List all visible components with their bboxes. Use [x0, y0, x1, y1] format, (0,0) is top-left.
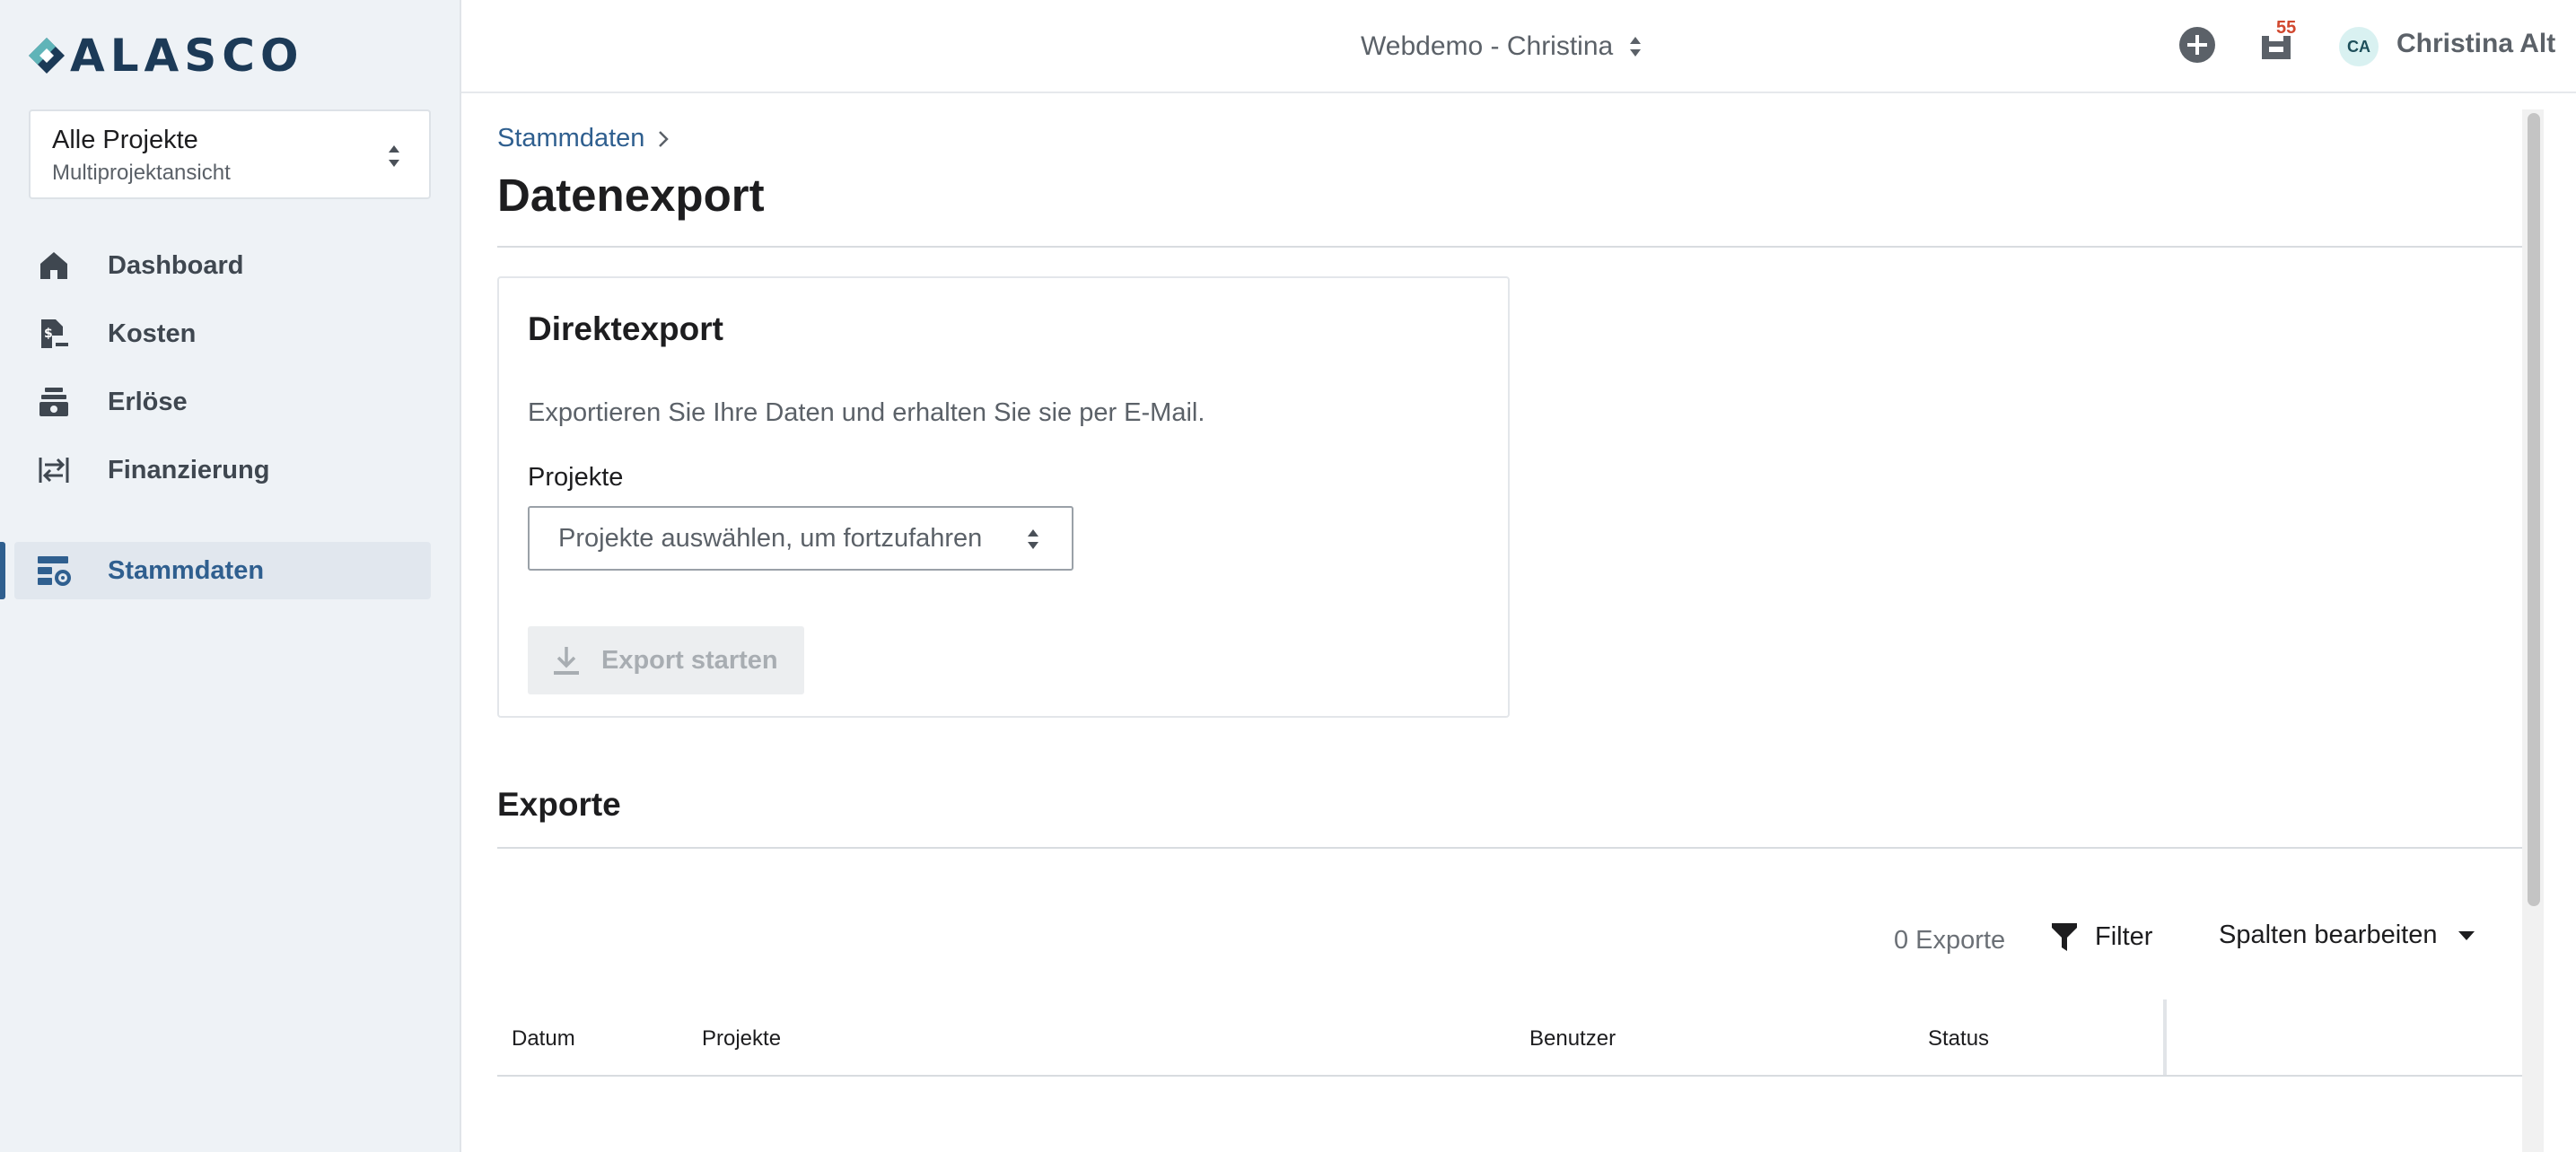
sidebar-item-kosten[interactable]: $ Kosten — [14, 305, 431, 362]
exports-section-title: Exporte — [497, 786, 621, 823]
exports-table-header: Datum Projekte Benutzer Status — [497, 999, 2522, 1077]
user-name[interactable]: Christina Alt — [2396, 29, 2555, 59]
cost-document-icon: $ — [36, 316, 72, 352]
avatar[interactable]: CA — [2339, 27, 2379, 66]
project-selector-subtitle: Multiprojektansicht — [52, 161, 231, 185]
filter-funnel-icon — [2052, 923, 2077, 951]
sidebar-item-label: Dashboard — [108, 250, 244, 280]
sidebar-item-label: Erlöse — [108, 387, 188, 416]
chevron-right-icon — [659, 130, 670, 147]
filter-label: Filter — [2095, 921, 2153, 951]
column-resize-handle[interactable] — [2163, 999, 2167, 1075]
card-description: Exportieren Sie Ihre Daten und erhalten … — [528, 398, 1205, 427]
start-export-button[interactable]: Export starten — [528, 626, 804, 694]
sidebar-item-dashboard[interactable]: Dashboard — [14, 237, 431, 294]
project-selector[interactable]: Alle Projekte Multiprojektansicht — [29, 109, 431, 199]
scrollbar-thumb[interactable] — [2528, 113, 2540, 906]
sidebar-item-stammdaten[interactable]: Stammdaten — [0, 542, 431, 599]
sidebar-item-erloese[interactable]: Erlöse — [14, 373, 431, 431]
updown-chevron-icon — [1630, 37, 1642, 57]
edit-columns-button[interactable]: Spalten bearbeiten — [2219, 921, 2476, 950]
projects-select-placeholder: Projekte auswählen, um fortzufahren — [558, 523, 983, 553]
caret-down-icon — [2458, 930, 2475, 940]
master-data-settings-icon — [36, 553, 72, 589]
sidebar-item-label: Finanzierung — [108, 455, 270, 484]
sidebar: ALASCO Alle Projekte Multiprojektansicht… — [0, 0, 461, 1152]
main-navigation: Dashboard $ Kosten Erlöse Finanzierung S… — [0, 237, 461, 610]
updown-chevron-icon — [389, 145, 399, 167]
svg-text:$: $ — [44, 327, 53, 341]
project-selector-title: Alle Projekte — [52, 126, 198, 154]
cash-register-icon — [36, 384, 72, 420]
direct-export-card: Direktexport Exportieren Sie Ihre Daten … — [497, 276, 1510, 718]
organization-selector[interactable]: Webdemo - Christina — [1361, 27, 1642, 66]
title-divider — [497, 246, 2522, 248]
sidebar-item-finanzierung[interactable]: Finanzierung — [14, 441, 431, 499]
notification-badge: 55 — [2276, 18, 2297, 38]
projects-select[interactable]: Projekte auswählen, um fortzufahren — [528, 506, 1073, 571]
alasco-logo[interactable]: ALASCO — [27, 30, 304, 82]
home-icon — [36, 248, 72, 284]
breadcrumb[interactable]: Stammdaten — [497, 124, 670, 153]
column-header-benutzer[interactable]: Benutzer — [1529, 1026, 1616, 1052]
edit-columns-label: Spalten bearbeiten — [2219, 921, 2438, 949]
column-header-projekte[interactable]: Projekte — [702, 1026, 781, 1052]
column-header-datum[interactable]: Datum — [512, 1026, 575, 1052]
filter-button[interactable]: Filter — [2050, 921, 2152, 953]
organization-name: Webdemo - Christina — [1361, 31, 1614, 61]
transfer-arrows-icon — [36, 452, 72, 488]
updown-chevron-icon — [1028, 529, 1038, 549]
start-export-label: Export starten — [601, 645, 778, 675]
breadcrumb-link[interactable]: Stammdaten — [497, 124, 644, 153]
projects-field-label: Projekte — [528, 463, 624, 492]
download-icon — [554, 647, 579, 675]
page-title: Datenexport — [497, 170, 765, 221]
alasco-logo-icon — [29, 38, 65, 74]
card-title: Direktexport — [528, 310, 723, 347]
add-circle-icon[interactable] — [2177, 25, 2217, 65]
sidebar-item-label: Stammdaten — [108, 555, 265, 585]
column-header-status[interactable]: Status — [1928, 1026, 1989, 1052]
sidebar-item-label: Kosten — [108, 319, 197, 348]
main-content: Stammdaten Datenexport Direktexport Expo… — [497, 93, 2522, 1152]
brand-name: ALASCO — [70, 30, 304, 82]
exports-count: 0 Exporte — [1894, 926, 2006, 955]
exports-divider — [497, 847, 2522, 849]
